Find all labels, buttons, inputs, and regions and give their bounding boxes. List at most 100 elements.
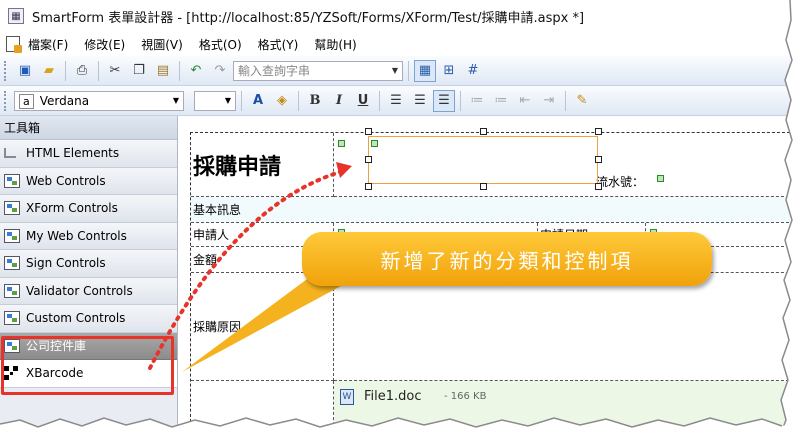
underline-icon[interactable]: U bbox=[352, 90, 374, 112]
cut-icon[interactable]: ✂ bbox=[104, 60, 126, 82]
toolbox-item-my-web-controls[interactable]: My Web Controls bbox=[0, 222, 177, 250]
redo-icon[interactable]: ↷ bbox=[209, 60, 231, 82]
toolbox-item-company-library[interactable]: 公司控件庫 bbox=[0, 332, 177, 360]
app-window: ▦ SmartForm 表單設計器 - [http://localhost:85… bbox=[0, 0, 803, 435]
toolbox-header: 工具箱 bbox=[0, 116, 177, 140]
menu-view[interactable]: 視圖(V) bbox=[133, 36, 191, 53]
chevron-down-icon[interactable]: ▼ bbox=[388, 62, 402, 80]
print-icon[interactable]: ⎙ bbox=[71, 60, 93, 82]
align-left-icon[interactable]: ☰ bbox=[385, 90, 407, 112]
toolbar-grip[interactable] bbox=[4, 60, 8, 81]
grid-icon bbox=[4, 256, 20, 271]
toolbox-item-custom-controls[interactable]: Custom Controls bbox=[0, 305, 177, 333]
menu-format[interactable]: 格式(O) bbox=[191, 36, 250, 53]
toolbox-item-label: XForm Controls bbox=[26, 201, 118, 216]
attachment-field-cell[interactable]: W File1.doc - 166 KB bbox=[334, 381, 790, 435]
separator bbox=[179, 60, 180, 81]
toolbox-item-html-elements[interactable]: HTML Elements bbox=[0, 140, 177, 168]
open-folder-icon[interactable]: ▰ bbox=[38, 60, 60, 82]
align-center-icon[interactable]: ☰ bbox=[409, 90, 431, 112]
toolbox-item-web-controls[interactable]: Web Controls bbox=[0, 167, 177, 195]
format-painter-icon[interactable]: ✎ bbox=[571, 90, 593, 112]
reason-label: 採購原因 bbox=[193, 320, 242, 334]
amount-label: 金額 bbox=[193, 253, 218, 267]
resize-handle[interactable] bbox=[365, 183, 372, 190]
toolbox-panel: 工具箱 HTML Elements Web Controls XForm Con… bbox=[0, 116, 178, 435]
toolbox-item-label: 公司控件庫 bbox=[26, 339, 87, 354]
toolbox-item-xbarcode[interactable]: XBarcode bbox=[0, 360, 177, 388]
document-icon bbox=[6, 36, 22, 53]
annotation-callout: 新增了新的分類和控制項 bbox=[302, 232, 712, 286]
resize-handle[interactable] bbox=[595, 156, 602, 163]
attachment-label: 附件 bbox=[193, 429, 217, 435]
control-marker-icon bbox=[371, 140, 378, 147]
reason-field-cell[interactable] bbox=[334, 273, 790, 381]
menu-format-2[interactable]: 格式(Y) bbox=[250, 36, 307, 53]
toolbox-item-sign-controls[interactable]: Sign Controls bbox=[0, 250, 177, 278]
attachment-label-cell[interactable]: 附件 bbox=[191, 381, 334, 435]
grid-icon bbox=[4, 338, 20, 353]
grid-icon bbox=[4, 311, 20, 326]
copy-icon[interactable]: ❐ bbox=[128, 60, 150, 82]
resize-handle[interactable] bbox=[480, 128, 487, 135]
grid-icon bbox=[4, 201, 20, 216]
toolbox-item-label: Custom Controls bbox=[26, 311, 126, 326]
resize-handle[interactable] bbox=[480, 183, 487, 190]
toolbox-item-validator-controls[interactable]: Validator Controls bbox=[0, 277, 177, 305]
fill-color-icon[interactable]: ◈ bbox=[271, 90, 293, 112]
bullet-list-icon[interactable]: ≔ bbox=[490, 90, 512, 112]
callout-text: 新增了新的分類和控制項 bbox=[380, 248, 634, 273]
save-icon[interactable]: ▣ bbox=[14, 60, 36, 82]
toolbox-item-label: My Web Controls bbox=[26, 228, 127, 243]
paste-icon[interactable]: ▤ bbox=[152, 60, 174, 82]
section-basic-info[interactable]: 基本訊息 bbox=[191, 197, 790, 223]
table-icon[interactable]: ⊞ bbox=[438, 60, 460, 82]
bold-icon[interactable]: B bbox=[304, 90, 326, 112]
font-prefix: a bbox=[19, 93, 34, 109]
attachment-file-name[interactable]: File1.doc bbox=[364, 389, 422, 404]
grid-icon bbox=[4, 173, 20, 188]
section-basic-label: 基本訊息 bbox=[193, 203, 242, 217]
italic-icon[interactable]: I bbox=[328, 90, 350, 112]
align-right-icon[interactable]: ☰ bbox=[433, 89, 455, 112]
resize-handle[interactable] bbox=[595, 183, 602, 190]
font-select[interactable]: a Verdana ▼ bbox=[14, 90, 184, 111]
resize-handle[interactable] bbox=[595, 128, 602, 135]
title-bar: ▦ SmartForm 表單設計器 - [http://localhost:85… bbox=[0, 0, 790, 32]
separator bbox=[65, 60, 66, 81]
reason-label-cell[interactable]: 採購原因 bbox=[191, 273, 334, 381]
design-view-icon[interactable]: ▦ bbox=[414, 59, 436, 82]
form-title-cell[interactable]: 採購申請 bbox=[191, 133, 334, 197]
selected-control[interactable] bbox=[368, 136, 598, 184]
attachment-file-size: - 166 KB bbox=[444, 391, 487, 402]
grid-icon bbox=[4, 228, 20, 243]
serial-label: 流水號： bbox=[596, 175, 645, 189]
resize-handle[interactable] bbox=[365, 156, 372, 163]
toolbox-item-xform-controls[interactable]: XForm Controls bbox=[0, 195, 177, 223]
menu-edit[interactable]: 修改(E) bbox=[76, 36, 133, 53]
indent-icon[interactable]: ⇥ bbox=[538, 90, 560, 112]
word-document-icon: W bbox=[340, 389, 354, 405]
separator bbox=[379, 90, 380, 111]
separator bbox=[565, 90, 566, 111]
menu-help[interactable]: 幫助(H) bbox=[306, 36, 364, 53]
grid-lines-icon[interactable]: # bbox=[462, 60, 484, 82]
app-icon: ▦ bbox=[8, 8, 24, 24]
window-title: SmartForm 表單設計器 - [http://localhost:85/Y… bbox=[32, 10, 585, 26]
resize-handle[interactable] bbox=[365, 128, 372, 135]
undo-icon[interactable]: ↶ bbox=[185, 60, 207, 82]
separator bbox=[241, 90, 242, 111]
query-input[interactable]: 輸入查詢字串 ▼ bbox=[233, 60, 403, 81]
toolbar-grip[interactable] bbox=[4, 90, 8, 111]
html-elements-icon bbox=[4, 148, 16, 159]
font-size-select[interactable]: ▼ bbox=[194, 90, 236, 111]
chevron-down-icon[interactable]: ▼ bbox=[221, 96, 235, 105]
toolbox-item-label: Web Controls bbox=[26, 173, 106, 188]
toolbox-item-label: Validator Controls bbox=[26, 283, 133, 298]
numbered-list-icon[interactable]: ≔ bbox=[466, 90, 488, 112]
menu-file[interactable]: 檔案(F) bbox=[20, 36, 76, 53]
font-color-icon[interactable]: A bbox=[247, 90, 269, 112]
chevron-down-icon[interactable]: ▼ bbox=[169, 96, 183, 105]
control-marker-icon bbox=[657, 175, 664, 182]
outdent-icon[interactable]: ⇤ bbox=[514, 90, 536, 112]
